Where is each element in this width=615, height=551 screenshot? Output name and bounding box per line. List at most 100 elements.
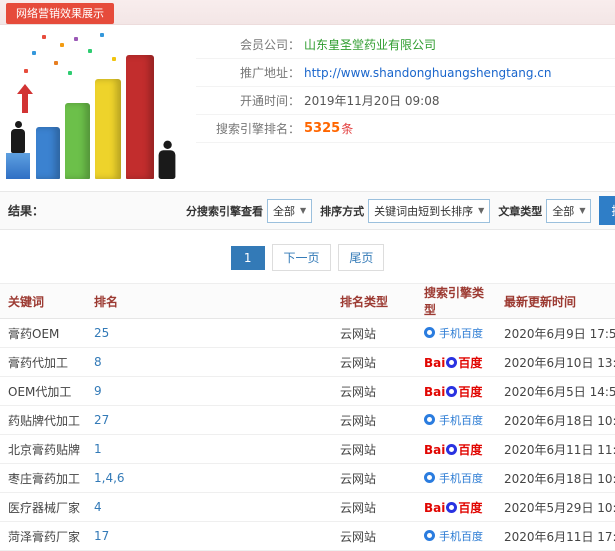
result-label: 结果： [8,204,45,218]
baidu-logo-text: Bai [424,355,446,370]
time-cell: 2020年6月11日 11:18 [498,434,615,464]
header-keyword: 关键词 [0,283,88,319]
info-row-company: 会员公司： 山东皇圣堂药业有限公司 [196,31,615,59]
engine-filter-select[interactable]: 全部 ▼ [267,198,313,223]
time-cell: 2020年6月18日 10:19 [498,463,615,493]
engine-label: 手机百度 [439,327,483,340]
time-cell: 2020年6月9日 17:50 [498,318,615,348]
promo-url-label: 推广地址： [239,66,300,80]
rank-link[interactable]: 8 [94,355,102,369]
table-header-row: 关键词 排名 排名类型 搜索引擎类型 最新更新时间 [0,283,615,319]
engine-cell: 手机百度 [418,521,498,551]
pagination: 1 下一页 尾页 [0,230,615,283]
keyword-cell: 枣庄膏药加工 [0,463,88,493]
chevron-down-icon: ▼ [478,206,485,215]
engine-filter-value: 全部 [273,204,295,218]
table-row: 北京膏药贴牌 1 云网站 Bai 百度 2020年6月11日 11:18 [0,434,615,464]
filter-bar: 结果： 分搜索引擎查看 全部 ▼ 排序方式 关键词由短到长排序 ▼ 文章类型 全… [0,191,615,230]
person-body [11,129,25,153]
last-page-button[interactable]: 尾页 [338,244,385,271]
header-rank-type: 排名类型 [334,283,418,319]
member-info-rows: 会员公司： 山东皇圣堂药业有限公司 推广地址： http://www.shand… [196,25,615,143]
confetti-dot [60,43,64,47]
engine-cell: Bai 百度 [418,376,498,406]
chart-bar-red [126,55,154,179]
rank-type-cell: 云网站 [334,405,418,435]
confetti-dot [54,61,58,65]
rank-type-cell: 云网站 [334,492,418,522]
table-row: 医疗器械厂家 4 云网站 Bai 百度 2020年5月29日 10:32 [0,492,615,522]
table-row: 膏药OEM 25 云网站 手机百度 2020年6月9日 17:50 [0,318,615,348]
page-1-button[interactable]: 1 [230,246,265,270]
table-row: 膏药代加工 8 云网站 Bai 百度 2020年6月10日 13:40 [0,347,615,377]
engine-label: 手机百度 [439,530,483,543]
header-engine-type: 搜索引擎类型 [418,283,498,319]
confetti-dot [32,51,36,55]
open-time-label: 开通时间： [239,94,300,108]
confetti-dot [100,33,104,37]
rank-link[interactable]: 9 [94,384,102,398]
rank-cell: 1,4,6 [88,463,334,493]
person-body [158,150,176,179]
keyword-cell: 药贴牌代加工 [0,405,88,435]
rank-count-unit: 条 [341,122,354,136]
type-filter-select[interactable]: 全部 ▼ [546,198,592,223]
engine-cell: 手机百度 [418,463,498,493]
ranking-table: 关键词 排名 排名类型 搜索引擎类型 最新更新时间 膏药OEM 25 云网站 手… [0,283,615,551]
time-cell: 2020年6月11日 17:18 [498,521,615,551]
baidu-mobile-icon [424,472,435,483]
time-cell: 2020年6月10日 13:40 [498,347,615,377]
confetti-dot [42,35,46,39]
time-cell: 2020年5月29日 10:32 [498,492,615,522]
chart-bar-green [65,103,90,179]
businessman-icon [158,140,176,179]
chevron-down-icon: ▼ [300,206,307,215]
next-page-button[interactable]: 下一页 [272,244,331,271]
engine-label: 手机百度 [439,472,483,485]
table-row: 枣庄膏药加工 1,4,6 云网站 手机百度 2020年6月18日 10:19 [0,463,615,493]
engine-cell: 手机百度 [418,318,498,348]
baidu-logo-text: Bai [424,500,446,515]
rank-link[interactable]: 1,4,6 [94,471,125,485]
blue-cube [6,153,30,179]
engine-cell: Bai 百度 [418,492,498,522]
bar-chart-illustration [2,31,192,185]
confetti-dot [68,71,72,75]
sort-filter-select[interactable]: 关键词由短到长排序 ▼ [368,198,491,223]
keyword-cell: 膏药代加工 [0,347,88,377]
up-arrow-icon [17,84,33,113]
info-row-open-time: 开通时间： 2019年11月20日 09:08 [196,87,615,115]
rank-cell: 4 [88,492,334,522]
info-row-url: 推广地址： http://www.shandonghuangshengtang.… [196,59,615,87]
company-link[interactable]: 山东皇圣堂药业有限公司 [304,36,436,53]
confetti-dot [88,49,92,53]
baidu-logo-text: Bai [424,442,446,457]
rank-link[interactable]: 27 [94,413,109,427]
rank-type-cell: 云网站 [334,376,418,406]
rank-link[interactable]: 17 [94,529,109,543]
chart-bar-blue [36,127,60,179]
rank-link[interactable]: 25 [94,326,109,340]
page-title: 网络营销效果展示 [6,3,114,24]
submit-button[interactable]: 提交 [599,196,615,225]
time-cell: 2020年6月18日 10:25 [498,405,615,435]
engine-cell: Bai 百度 [418,347,498,377]
chevron-down-icon: ▼ [579,206,586,215]
confetti-dot [24,69,28,73]
table-row: 药贴牌代加工 27 云网站 手机百度 2020年6月18日 10:25 [0,405,615,435]
baidu-mobile-icon [424,327,435,338]
sort-filter-value: 关键词由短到长排序 [374,204,474,218]
confetti-dot [112,57,116,61]
baidu-paw-icon [446,385,458,397]
rank-cell: 27 [88,405,334,435]
baidu-paw-icon [446,443,458,455]
promo-url-link[interactable]: http://www.shandonghuangshengtang.cn [304,66,551,80]
engine-label: 百度 [458,384,483,399]
rank-link[interactable]: 4 [94,500,102,514]
confetti-dot [74,37,78,41]
rank-link[interactable]: 1 [94,442,102,456]
engine-label: 百度 [458,442,483,457]
person-head [162,140,172,149]
rank-type-cell: 云网站 [334,463,418,493]
table-row: OEM代加工 9 云网站 Bai 百度 2020年6月5日 14:57 [0,376,615,406]
